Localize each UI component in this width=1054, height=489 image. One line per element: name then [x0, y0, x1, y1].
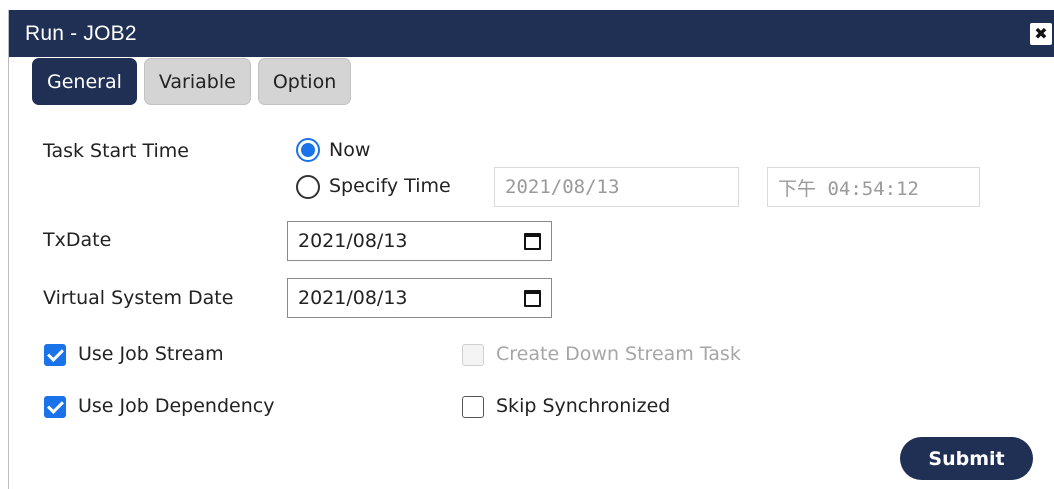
tab-variable[interactable]: Variable [143, 58, 251, 105]
tab-option[interactable]: Option [257, 58, 352, 105]
use-job-dependency-checkbox[interactable] [44, 396, 66, 418]
use-job-stream-label: Use Job Stream [78, 343, 224, 365]
specify-time-input[interactable]: 下午 04:54:12 [767, 167, 980, 207]
create-down-stream-task-label: Create Down Stream Task [496, 343, 741, 365]
virtual-system-date-input[interactable]: 2021/08/13 [287, 278, 552, 318]
txdate-value: 2021/08/13 [298, 230, 408, 252]
use-job-dependency-label: Use Job Dependency [78, 395, 275, 417]
virtual-system-date-label: Virtual System Date [43, 287, 234, 309]
tab-bar: General Variable Option [32, 58, 352, 105]
specify-date-input[interactable]: 2021/08/13 [494, 167, 739, 207]
dialog-titlebar: Run - JOB2 ✖ [9, 10, 1054, 57]
use-job-stream-checkbox[interactable] [44, 344, 66, 366]
virtual-system-date-value: 2021/08/13 [298, 287, 408, 309]
skip-synchronized-checkbox[interactable] [462, 396, 484, 418]
submit-button[interactable]: Submit [900, 437, 1033, 480]
calendar-icon[interactable] [524, 232, 541, 250]
txdate-label: TxDate [43, 229, 112, 251]
close-icon[interactable]: ✖ [1030, 22, 1052, 45]
radio-specify-time[interactable] [296, 175, 320, 199]
txdate-input[interactable]: 2021/08/13 [287, 221, 552, 261]
task-start-time-label: Task Start Time [43, 140, 189, 162]
skip-synchronized-label: Skip Synchronized [496, 395, 671, 417]
radio-now[interactable] [296, 138, 320, 162]
tab-general[interactable]: General [32, 58, 137, 105]
calendar-icon[interactable] [524, 289, 541, 307]
radio-now-label: Now [329, 139, 371, 161]
dialog-title: Run - JOB2 [25, 21, 137, 45]
radio-specify-time-label: Specify Time [329, 175, 451, 197]
create-down-stream-task-checkbox[interactable] [462, 344, 484, 366]
